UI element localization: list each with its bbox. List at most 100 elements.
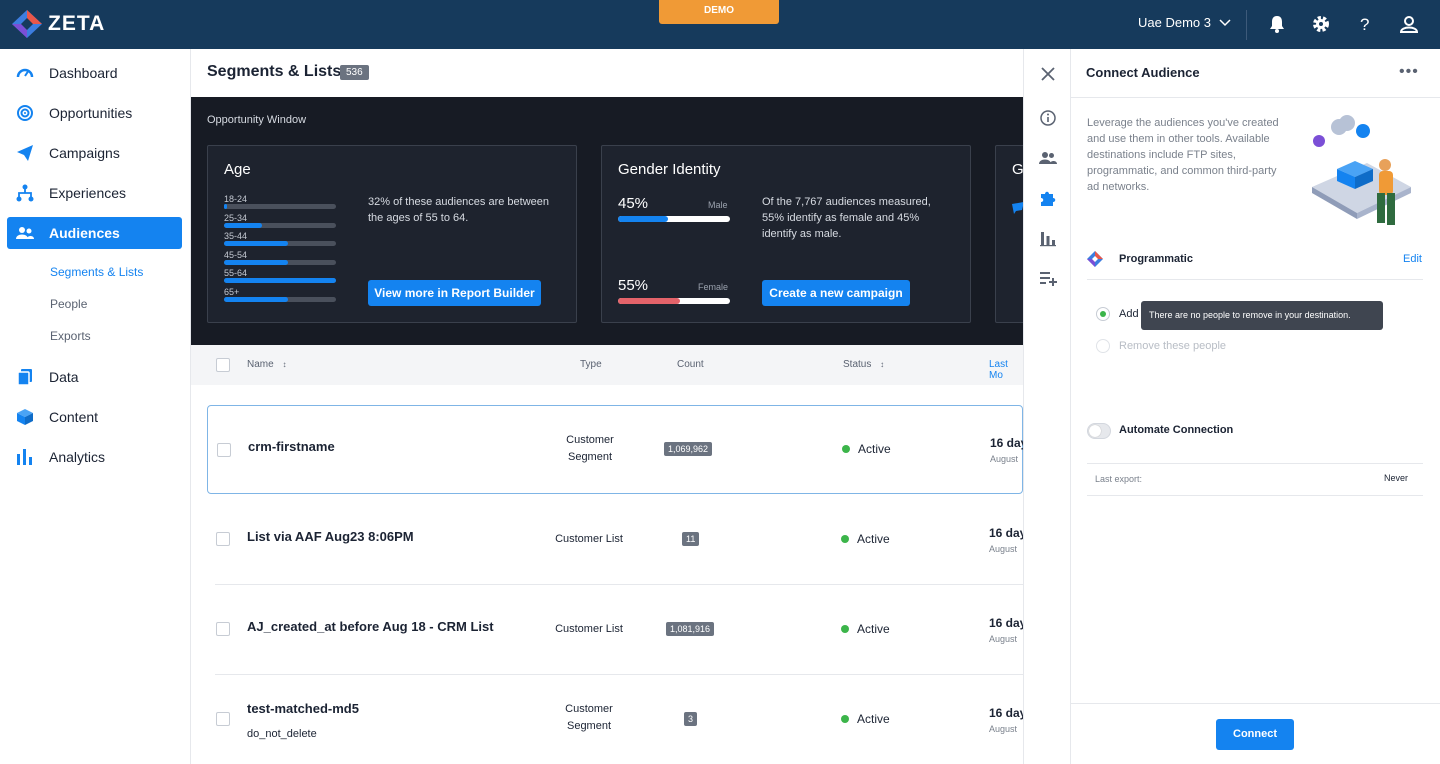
table-row[interactable]: AJ_created_at before Aug 18 - CRM List C… <box>207 585 1023 675</box>
status-label: Active <box>857 622 890 636</box>
sidebar-item-label: Audiences <box>49 225 120 241</box>
panel-icon-rail <box>1023 49 1071 764</box>
panel-divider <box>1087 495 1423 496</box>
table-row[interactable]: List via AAF Aug23 8:06PM Customer List … <box>207 495 1023 585</box>
status-label: Active <box>857 532 890 546</box>
automate-connection-toggle[interactable] <box>1087 423 1111 439</box>
age-bar-row: 45-54 <box>224 250 336 265</box>
zeta-logo-icon <box>12 10 42 38</box>
row-type-line: Customer <box>566 434 614 446</box>
add-list-icon[interactable] <box>1039 269 1057 287</box>
age-bar-fill <box>224 241 288 247</box>
row-checkbox[interactable] <box>216 622 230 636</box>
brand-name: ZETA <box>48 12 106 35</box>
age-bar-fill <box>224 297 288 302</box>
sidebar-item-campaigns[interactable]: Campaigns <box>7 137 182 169</box>
add-people-label: Add <box>1119 308 1139 320</box>
sidebar-item-opportunities[interactable]: Opportunities <box>7 97 182 129</box>
sidebar-item-analytics[interactable]: Analytics <box>7 441 182 473</box>
row-status: Active <box>842 442 891 456</box>
user-icon[interactable] <box>1399 14 1419 34</box>
sidebar-item-content[interactable]: Content <box>7 401 182 433</box>
male-bar-fill <box>618 216 669 222</box>
col-last-modified[interactable]: Last Mo <box>989 359 1023 381</box>
male-percent: 45% <box>618 195 649 212</box>
table-header: Name ↕ Type Count Status ↕ Last Mo <box>191 345 1023 385</box>
remove-people-radio[interactable] <box>1096 339 1110 353</box>
status-dot <box>841 535 849 543</box>
puzzle-icon[interactable] <box>1039 189 1057 207</box>
info-icon[interactable] <box>1039 109 1057 127</box>
sidebar-item-label: Dashboard <box>49 65 118 81</box>
row-type: Customer Segment <box>540 432 640 466</box>
row-checkbox[interactable] <box>216 712 230 726</box>
sort-icon: ↕ <box>880 360 885 369</box>
row-modified: 16 day <box>989 616 1023 630</box>
status-dot <box>841 715 849 723</box>
users-icon[interactable] <box>1039 149 1057 167</box>
more-options-icon[interactable]: ••• <box>1399 63 1419 81</box>
status-dot <box>841 625 849 633</box>
page-header: Segments & Lists 536 <box>191 49 1023 97</box>
edit-destination-link[interactable]: Edit <box>1403 253 1422 265</box>
add-people-radio[interactable] <box>1096 307 1110 321</box>
sidebar-sub-exports[interactable]: Exports <box>50 329 91 343</box>
row-name[interactable]: test-matched-md5 <box>247 701 359 716</box>
view-report-builder-button[interactable]: View more in Report Builder <box>368 280 541 306</box>
sidebar-item-audiences[interactable]: Audiences <box>7 217 182 249</box>
paper-plane-icon <box>17 145 33 161</box>
table-row[interactable]: crm-firstname Customer Segment 1,069,962 … <box>207 405 1023 494</box>
connect-audience-panel: Connect Audience ••• Leverage the audien… <box>1071 49 1440 764</box>
zeta-logo[interactable]: ZETA <box>12 10 105 38</box>
table-row[interactable]: test-matched-md5 do_not_delete Customer S… <box>207 675 1023 764</box>
select-all-checkbox[interactable] <box>216 358 230 372</box>
age-bar-row: 65+ <box>224 287 336 302</box>
chat-icon <box>1012 202 1023 214</box>
opportunity-window: Opportunity Window Age 18-24 25-34 35-44 45… <box>191 97 1023 345</box>
cube-icon <box>17 409 33 425</box>
bar-chart-icon <box>17 449 32 465</box>
sidebar-item-data[interactable]: Data <box>7 361 182 393</box>
account-switcher[interactable]: Uae Demo 3 <box>1138 15 1231 30</box>
gear-icon[interactable] <box>1311 14 1331 34</box>
col-name[interactable]: Name ↕ <box>247 359 286 370</box>
sidebar: Dashboard Opportunities Campaigns Experi… <box>0 49 191 764</box>
age-bar-row: 35-44 <box>224 231 336 247</box>
top-bar: ZETA DEMO Uae Demo 3 ? <box>0 0 1440 49</box>
panel-description: Leverage the audiences you've created an… <box>1087 117 1279 193</box>
last-export-value: Never <box>1384 473 1409 483</box>
sidebar-item-label: Data <box>49 369 79 385</box>
age-bar-label: 45-54 <box>224 249 248 260</box>
count-badge: 536 <box>340 65 369 80</box>
gender-card-title: Gender Identity <box>618 161 721 178</box>
main-content: Segments & Lists 536 Opportunity Window … <box>191 49 1023 764</box>
programmatic-logo-icon <box>1087 251 1103 267</box>
create-campaign-button[interactable]: Create a new campaign <box>762 280 910 306</box>
female-percent: 55% <box>618 277 649 294</box>
col-status[interactable]: Status ↕ <box>843 359 884 370</box>
bar-chart-icon[interactable] <box>1039 229 1057 247</box>
row-checkbox[interactable] <box>216 532 230 546</box>
age-bar-row: 18-24 <box>224 194 336 209</box>
sidebar-sub-segments[interactable]: Segments & Lists <box>50 265 143 279</box>
row-type-line: Segment <box>566 720 612 732</box>
male-bar-track <box>618 216 730 222</box>
sidebar-item-label: Content <box>49 409 99 425</box>
sidebar-item-experiences[interactable]: Experiences <box>7 177 182 209</box>
row-checkbox[interactable] <box>217 443 231 457</box>
status-dot <box>842 445 850 453</box>
row-name[interactable]: crm-firstname <box>248 439 335 454</box>
sidebar-item-dashboard[interactable]: Dashboard <box>7 57 182 89</box>
row-type: Customer List <box>555 623 623 635</box>
sidebar-sub-people[interactable]: People <box>50 297 87 311</box>
age-bar-track <box>224 204 336 209</box>
tooltip: There are no people to remove in your de… <box>1141 301 1383 330</box>
age-bar-track <box>224 278 336 284</box>
bell-icon[interactable] <box>1267 14 1287 34</box>
panel-divider <box>1087 463 1423 464</box>
row-name[interactable]: AJ_created_at before Aug 18 - CRM List <box>247 619 494 634</box>
row-name[interactable]: List via AAF Aug23 8:06PM <box>247 529 414 544</box>
help-icon[interactable]: ? <box>1355 14 1375 34</box>
close-icon[interactable] <box>1039 65 1057 83</box>
connect-button[interactable]: Connect <box>1216 719 1294 750</box>
